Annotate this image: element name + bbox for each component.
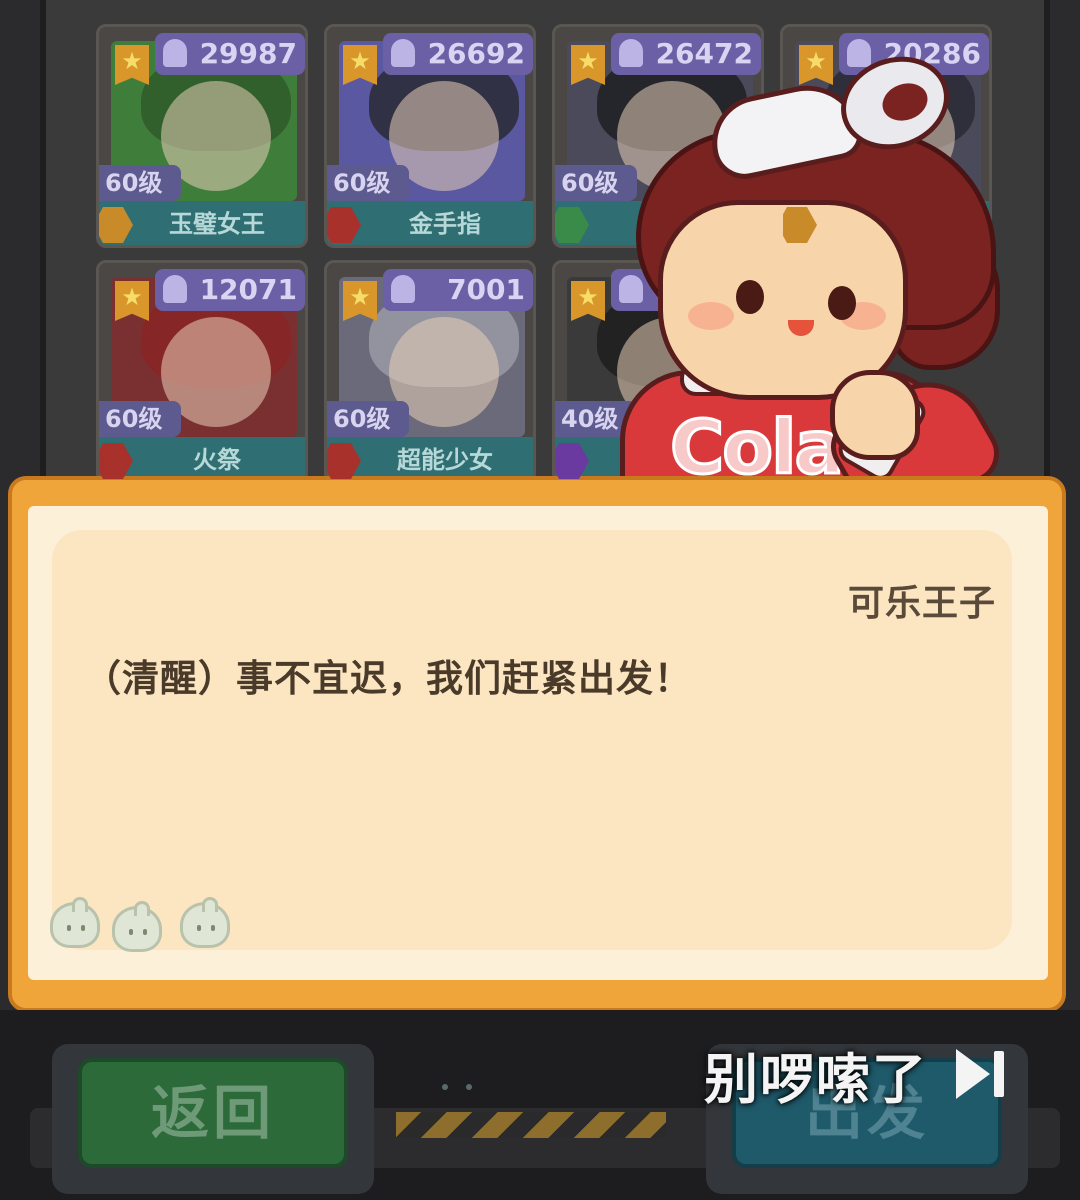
- character-hand: [830, 370, 920, 460]
- speaker-name: 可乐王子: [847, 583, 996, 624]
- hero-card[interactable]: ★ 26692 60级 金手指: [324, 24, 536, 248]
- cola-prince-character: Cola: [590, 40, 1030, 540]
- character-eye-left: [736, 280, 764, 314]
- indicator-dot: [442, 1084, 448, 1090]
- bun-icon: [112, 901, 162, 952]
- hero-card[interactable]: ★ 12071 60级 火祭: [96, 260, 308, 484]
- hero-level: 60级: [99, 165, 181, 201]
- hero-level: 60级: [327, 401, 409, 437]
- character-cheek-left: [688, 302, 734, 330]
- hero-power-value: 29987: [199, 37, 297, 70]
- power-icon: [163, 39, 187, 67]
- power-icon: [391, 275, 415, 303]
- hero-power: 7001: [383, 269, 533, 311]
- dialog-text: （清醒）事不宜迟，我们赶紧出发！: [84, 657, 692, 700]
- hero-level: 60级: [99, 401, 181, 437]
- hero-card[interactable]: ★ 7001 60级 超能少女: [324, 260, 536, 484]
- indicator-dot: [466, 1084, 472, 1090]
- character-eye-right: [828, 286, 856, 320]
- power-icon: [391, 39, 415, 67]
- bun-icon: [50, 897, 100, 948]
- power-icon: [163, 275, 187, 303]
- hero-card[interactable]: ★ 29987 60级 玉璧女王: [96, 24, 308, 248]
- skip-dialog-button[interactable]: 别啰嗦了: [704, 1038, 1034, 1111]
- hero-power: 12071: [155, 269, 305, 311]
- bun-icon: [180, 897, 230, 948]
- hero-level: 60级: [327, 165, 409, 201]
- hero-power-value: 7001: [447, 273, 525, 306]
- hero-power: 29987: [155, 33, 305, 75]
- skip-label: 别啰嗦了: [704, 1047, 928, 1111]
- back-button[interactable]: 返回: [78, 1058, 348, 1168]
- hero-power-value: 26692: [427, 37, 525, 70]
- hero-power: 26692: [383, 33, 533, 75]
- hazard-stripe: [396, 1112, 666, 1138]
- fast-forward-icon[interactable]: [956, 1049, 1008, 1099]
- hero-power-value: 12071: [199, 273, 297, 306]
